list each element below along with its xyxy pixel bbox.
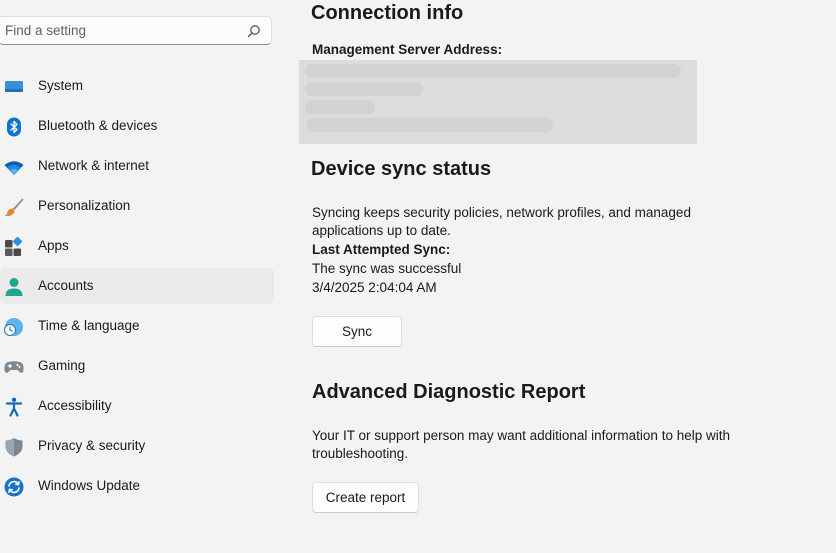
gamepad-icon — [4, 361, 24, 373]
sidebar: System Bluetooth & devices Network & int… — [0, 0, 280, 553]
sidebar-item-label: System — [38, 78, 84, 93]
sync-description-line1: Syncing keeps security policies, network… — [312, 205, 691, 220]
system-monitor-icon — [5, 81, 23, 92]
management-server-label: Management Server Address: — [312, 42, 503, 57]
diagnostic-description-line2: troubleshooting. — [312, 446, 409, 461]
shield-icon — [5, 438, 23, 457]
sidebar-item-label: Windows Update — [38, 478, 141, 493]
sidebar-item-accounts[interactable]: Accounts — [0, 268, 274, 304]
sync-button[interactable]: Sync — [312, 316, 402, 347]
sidebar-item-label: Apps — [38, 238, 69, 253]
sidebar-item-label: Bluetooth & devices — [38, 118, 158, 133]
sidebar-item-label: Gaming — [38, 358, 86, 373]
sidebar-item-label: Personalization — [38, 198, 131, 213]
diagnostic-description-line1: Your IT or support person may want addit… — [312, 428, 730, 443]
accessibility-icon — [5, 397, 23, 417]
search-box[interactable] — [0, 16, 272, 45]
sync-result-text: The sync was successful — [312, 261, 462, 276]
last-sync-label: Last Attempted Sync: — [312, 242, 451, 257]
update-sync-icon — [4, 477, 24, 497]
diagnostic-report-heading: Advanced Diagnostic Report — [312, 381, 586, 403]
globe-clock-icon — [4, 318, 23, 336]
create-report-button[interactable]: Create report — [312, 482, 419, 513]
main-content: Connection info Management Server Addres… — [299, 0, 836, 553]
search-icon[interactable] — [247, 24, 261, 38]
sidebar-item-label: Network & internet — [38, 158, 150, 173]
device-sync-heading: Device sync status — [311, 158, 492, 180]
sidebar-item-windows-update[interactable]: Windows Update — [0, 468, 274, 504]
sidebar-item-system[interactable]: System — [0, 68, 274, 104]
sidebar-item-gaming[interactable]: Gaming — [0, 348, 274, 384]
sidebar-item-bluetooth[interactable]: Bluetooth & devices — [0, 108, 274, 144]
wifi-icon — [4, 161, 24, 175]
sidebar-item-apps[interactable]: Apps — [0, 228, 274, 264]
sidebar-item-label: Accessibility — [38, 398, 112, 413]
apps-grid-icon — [5, 237, 23, 256]
sidebar-item-network[interactable]: Network & internet — [0, 148, 274, 184]
sync-time-text: 3/4/2025 2:04:04 AM — [312, 280, 437, 295]
sidebar-item-label: Time & language — [38, 318, 140, 333]
redacted-server-address — [299, 60, 697, 144]
sidebar-item-personalization[interactable]: Personalization — [0, 188, 274, 224]
sidebar-item-privacy-security[interactable]: Privacy & security — [0, 428, 274, 464]
paintbrush-icon — [4, 198, 24, 217]
sidebar-item-label: Privacy & security — [38, 438, 146, 453]
connection-info-heading: Connection info — [311, 2, 464, 24]
person-icon — [5, 278, 23, 296]
sidebar-item-label: Accounts — [38, 278, 94, 293]
sync-description-line2: applications up to date. — [312, 223, 451, 238]
bluetooth-icon — [7, 117, 21, 137]
search-input[interactable] — [5, 17, 235, 44]
settings-window: System Bluetooth & devices Network & int… — [0, 0, 836, 553]
sidebar-item-time-language[interactable]: Time & language — [0, 308, 274, 344]
sidebar-nav: System Bluetooth & devices Network & int… — [0, 68, 274, 508]
sidebar-item-accessibility[interactable]: Accessibility — [0, 388, 274, 424]
